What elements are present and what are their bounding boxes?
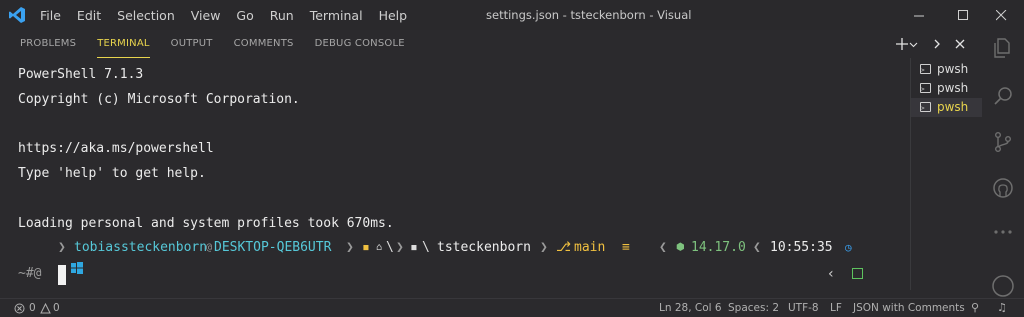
warning-icon[interactable] [40,303,51,314]
terminal-tab-label: pwsh [937,81,969,95]
prompt-branch: main [574,240,606,255]
prompt-user: tobiassteckenborn [74,240,208,255]
cursor-position[interactable]: Ln 28, Col 6 [659,299,722,317]
terminal-tab[interactable]: pwsh [911,60,983,80]
terminal-tab[interactable]: pwsh [911,79,983,99]
encoding[interactable]: UTF-8 [788,299,819,317]
prompt-separator-icon: ❯ [346,240,354,255]
git-status-icon: ≡ [622,240,630,255]
account-icon[interactable] [991,274,1015,298]
close-window-button[interactable] [978,0,1024,30]
prompt-dir: tsteckenborn [437,240,531,255]
menu-edit[interactable]: Edit [77,8,101,23]
chevron-down-icon[interactable] [909,40,918,49]
prompt-node-version: 14.17.0 [691,240,746,255]
terminal-line: Type 'help' to get help. [18,166,206,181]
terminal-line: PowerShell 7.1.3 [18,67,144,82]
terminal-icon [920,80,931,99]
terminal-icon [920,61,931,80]
notifications-icon[interactable]: ♫ [997,299,1007,317]
status-bar: 0 0 Ln 28, Col 6 Spaces: 2 UTF-8 LF JSON… [0,298,1024,317]
more-icon[interactable] [991,220,1015,244]
prompt-separator-icon: ❮ [753,240,761,255]
prompt-separator-icon: ❯ [58,240,66,255]
prompt-time: 10:55:35 [770,240,833,255]
home-icon: ⌂ [376,242,383,253]
window-title: settings.json - tsteckenborn - Visual [486,8,692,22]
chevron-left-icon[interactable]: ‹ [828,266,834,282]
terminal-line: Copyright (c) Microsoft Corporation. [18,92,300,107]
git-icon: ⎇ [556,240,571,255]
tab-terminal[interactable]: TERMINAL [97,30,151,58]
source-control-icon[interactable] [991,130,1015,154]
tab-comments[interactable]: COMMENTS [234,30,294,58]
close-icon [955,39,965,49]
menu-go[interactable]: Go [236,8,253,23]
terminal-cursor[interactable] [58,265,66,285]
menu-view[interactable]: View [191,8,221,23]
tab-debug-console[interactable]: DEBUG CONSOLE [315,30,405,58]
plus-icon [896,38,908,50]
terminal-tab-label: pwsh [937,62,969,76]
chevron-right-icon [934,39,940,49]
error-count[interactable]: 0 [29,299,36,317]
maximize-panel-button[interactable] [932,34,942,54]
menu-file[interactable]: File [40,8,61,23]
prompt-line: ❯ tobiassteckenborn @ DESKTOP-QEB6UTR ❯ … [18,237,858,274]
path-separator: \ [422,240,430,255]
new-terminal-button[interactable] [896,34,918,54]
folder-icon: ▪ [410,240,418,255]
minimize-icon [913,15,924,16]
tab-output[interactable]: OUTPUT [171,30,213,58]
terminal-icon [920,99,931,118]
title-bar: File Edit Selection View Go Run Terminal… [0,0,1024,30]
prompt-separator-icon: ❯ [540,240,548,255]
menu-run[interactable]: Run [270,8,294,23]
terminal-line: Loading personal and system profiles too… [18,216,394,231]
terminal-tab-label: pwsh [937,100,969,114]
clock-icon: ◷ [845,241,852,254]
prompt-at: @ [206,242,213,253]
vscode-logo-icon [9,7,25,23]
feedback-icon[interactable]: ⚲ [971,299,979,317]
terminal-line: https://aka.ms/powershell [18,141,214,156]
search-icon[interactable] [991,84,1015,108]
indicator-icon [852,268,863,279]
menu-terminal[interactable]: Terminal [310,8,363,23]
terminal-tabs-list: pwsh pwsh pwsh [910,58,983,290]
minimize-button[interactable] [896,0,942,30]
end-of-line[interactable]: LF [830,299,842,317]
warning-count[interactable]: 0 [53,299,60,317]
prompt-host: DESKTOP-QEB6UTR [214,240,332,255]
panel-tabs: PROBLEMS TERMINAL OUTPUT COMMENTS DEBUG … [20,30,426,58]
nodejs-icon: ⬢ [676,242,685,253]
menu-help[interactable]: Help [379,8,408,23]
error-icon[interactable] [14,303,25,314]
activity-bar [982,30,1024,298]
input-prefix: ~#@ [18,266,42,281]
prompt-separator-icon: ❮ [659,240,667,255]
tab-problems[interactable]: PROBLEMS [20,30,76,58]
terminal-tab-selected[interactable]: pwsh [911,98,983,118]
close-icon [995,9,1006,20]
explorer-icon[interactable] [991,36,1015,60]
prompt-separator-icon: ❯ [396,240,404,255]
folder-icon: ▪ [362,240,370,255]
github-icon[interactable] [991,176,1015,200]
indentation[interactable]: Spaces: 2 [728,299,779,317]
menu-selection[interactable]: Selection [117,8,175,23]
close-panel-button[interactable] [955,34,965,54]
prompt-home-sep: \ [386,240,394,255]
menu-bar: File Edit Selection View Go Run Terminal… [40,0,423,30]
maximize-icon [957,9,968,20]
language-mode[interactable]: JSON with Comments [853,299,965,317]
